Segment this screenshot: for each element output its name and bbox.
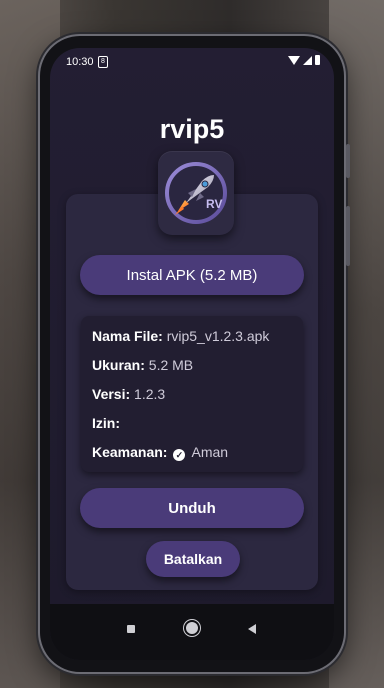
download-button[interactable]: Unduh	[80, 488, 304, 528]
back-icon[interactable]	[248, 624, 256, 634]
security-value: Aman	[191, 444, 229, 460]
system-icons	[288, 55, 320, 65]
security-label: Keamanan:	[92, 444, 168, 460]
rocket-icon: RV	[165, 162, 227, 224]
size-label: Ukuran:	[92, 357, 145, 373]
version-label: Versi:	[92, 386, 131, 402]
version-value: 1.2.3	[134, 386, 166, 402]
phone-frame: 10:30 8 rvip5 RV Instal APK (5.2 MB) Nam…	[40, 36, 350, 672]
rv-badge: RV	[206, 197, 222, 211]
info-row-security: Keamanan: ✓ Aman	[92, 444, 228, 461]
file-name-label: Nama File:	[92, 328, 163, 344]
navigation-bar	[50, 604, 334, 660]
file-name-value: rvip5_v1.2.3.apk	[166, 328, 270, 344]
info-row-size: Ukuran: 5.2 MB	[92, 357, 193, 373]
info-row-version: Versi: 1.2.3	[92, 386, 165, 402]
battery-icon	[315, 55, 320, 65]
recents-icon[interactable]	[127, 625, 135, 633]
app-title: rvip5	[159, 114, 225, 144]
home-icon[interactable]	[186, 622, 198, 634]
size-value: 5.2 MB	[148, 357, 194, 373]
check-circle-icon: ✓	[173, 449, 186, 461]
power-button	[346, 144, 350, 178]
signal-icon	[303, 55, 312, 65]
install-apk-button[interactable]: Instal APK (5.2 MB)	[80, 255, 304, 295]
status-bar: 10:30 8	[50, 48, 334, 76]
cancel-button[interactable]: Batalkan	[146, 541, 240, 577]
notification-icon: 8	[98, 56, 108, 68]
permissions-label: Izin:	[92, 415, 120, 431]
file-info-card: Nama File: rvip5_v1.2.3.apk Ukuran: 5.2 …	[81, 316, 303, 472]
app-icon: RV	[158, 151, 234, 235]
status-time: 10:30	[66, 56, 94, 68]
wifi-icon	[288, 55, 300, 65]
screen: 10:30 8 rvip5 RV Instal APK (5.2 MB) Nam…	[50, 48, 334, 660]
volume-button	[346, 206, 350, 266]
info-row-permissions: Izin:	[92, 415, 120, 431]
info-row-file-name: Nama File: rvip5_v1.2.3.apk	[92, 328, 269, 344]
